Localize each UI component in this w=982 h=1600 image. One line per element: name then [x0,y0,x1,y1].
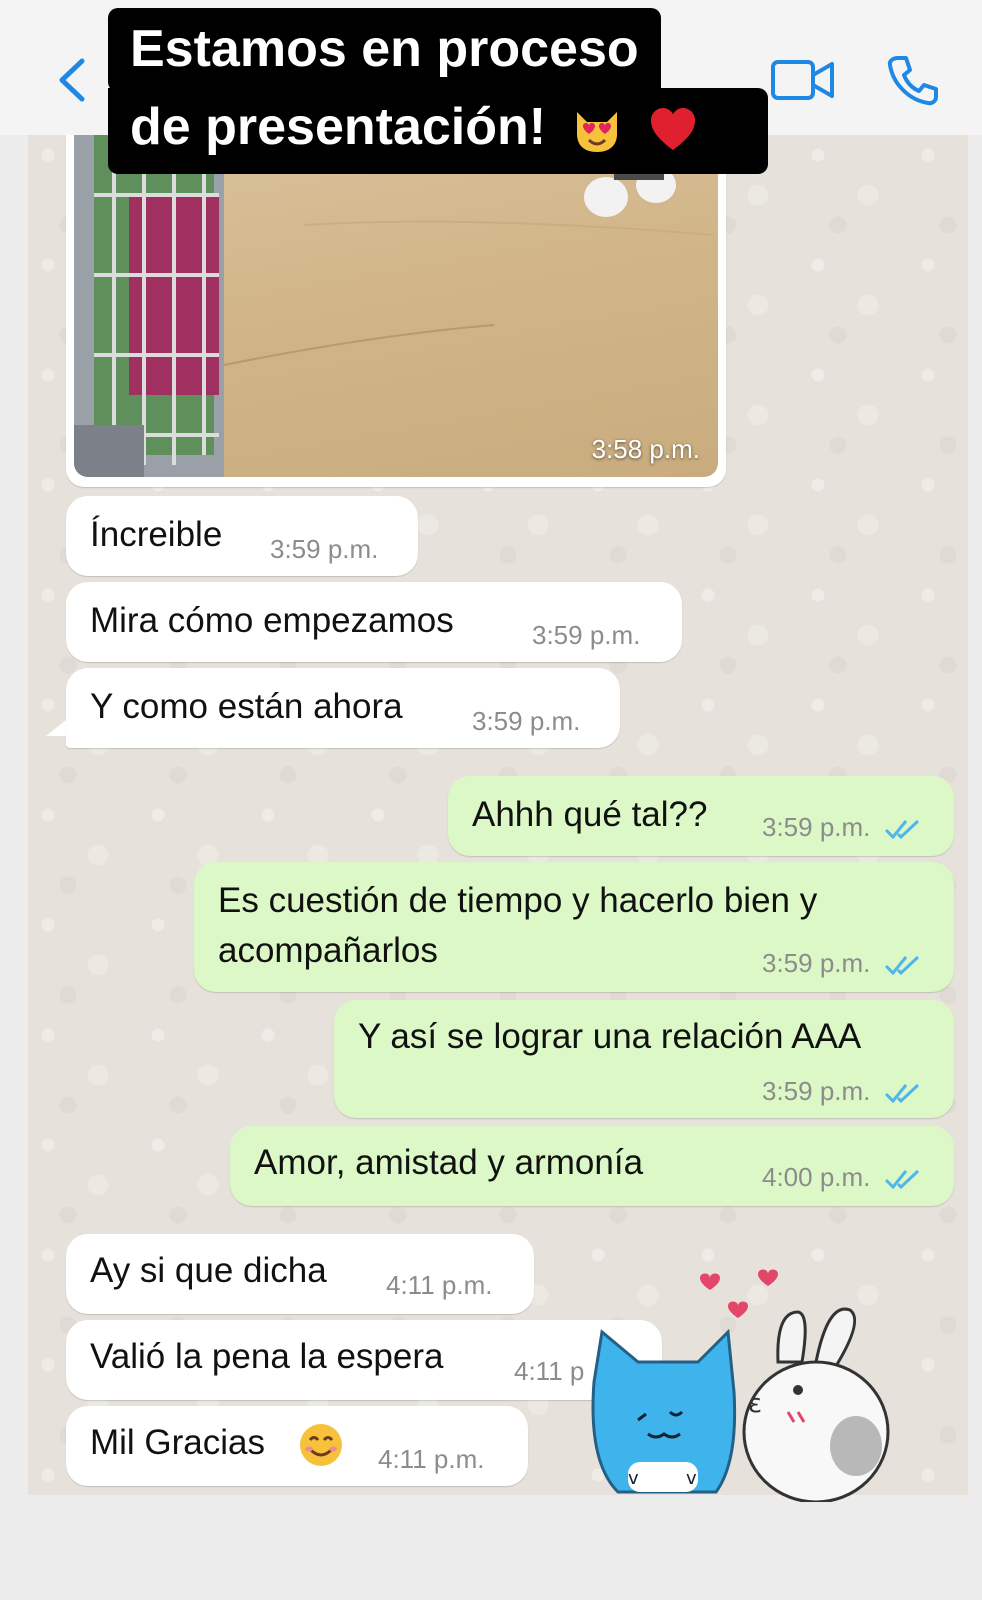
message-time: 3:59 p.m. [270,534,379,564]
message-time: 4:11 p.m. [386,1270,493,1300]
video-camera-icon[interactable] [770,56,836,104]
caption-line-2: de presentación! [108,88,768,174]
cat-carrier-photo[interactable]: 3:58 p.m. [74,135,718,477]
phone-icon[interactable] [884,52,940,108]
message-text: Ay si que dicha [90,1251,327,1290]
svg-text:v: v [686,1468,697,1489]
red-heart-emoji-icon [651,108,696,151]
photo-message[interactable]: 3:58 p.m. [66,135,726,487]
message-bubble-incoming[interactable]: Y como están ahora 3:59 p.m. [66,668,620,748]
message-meta: 4:00 p.m. [762,1162,924,1193]
message-time: 3:59 p.m. [762,1076,871,1106]
double-check-read-icon [884,820,919,840]
svg-text:ε: ε [748,1389,762,1419]
message-meta: 3:59 p.m. [762,812,924,843]
double-check-read-icon [884,1084,919,1104]
heart-eyes-cat-emoji-icon [576,112,617,153]
message-bubble-outgoing[interactable]: Es cuestión de tiempo y hacerlo bien y a… [194,862,954,992]
caption-line-1: Estamos en proceso [108,8,661,92]
message-bubble-incoming[interactable]: Mil Gracias 4:11 p.m. [66,1406,528,1486]
message-text: Mil Gracias [90,1423,266,1462]
message-text: Mira cómo empezamos [90,601,454,640]
svg-text:v: v [628,1468,639,1489]
double-check-read-icon [884,956,919,976]
message-meta: 3:59 p.m. [762,948,924,979]
double-check-read-icon [884,1170,919,1190]
message-bubble-incoming[interactable]: Ay si que dicha 4:11 p.m. [66,1234,534,1314]
message-text: Valió la pena la espera [90,1337,444,1376]
message-text: Ahhh qué tal?? [472,795,708,834]
message-bubble-outgoing[interactable]: Amor, amistad y armonía 4:00 p.m. [230,1126,954,1206]
bottom-area [0,1495,982,1600]
message-text: Y así se lograr una relación AAA [358,1017,862,1056]
message-time: 4:11 p [514,1356,585,1386]
message-text: Y como están ahora [90,687,403,726]
message-bubble-incoming[interactable]: Valió la pena la espera 4:11 p [66,1320,662,1400]
message-bubble-outgoing[interactable]: Y así se lograr una relación AAA 3:59 p.… [334,1000,954,1118]
message-time: 3:59 p.m. [762,812,871,842]
cat-and-bunny-sticker: ε v v [591,1269,890,1502]
message-time: 3:59 p.m. [472,706,581,736]
caption-line-2-text: de presentación! [130,98,547,156]
message-text: Íncreible [90,515,223,554]
message-bubble-outgoing[interactable]: Ahhh qué tal?? 3:59 p.m. [448,776,954,856]
message-time: 3:58 p.m. [591,434,700,464]
message-time: 4:00 p.m. [762,1162,871,1192]
smiling-face-emoji-icon [300,1424,342,1466]
message-text: Amor, amistad y armonía [254,1143,644,1182]
message-time: 3:59 p.m. [762,948,871,978]
message-meta: 3:59 p.m. [762,1076,924,1107]
message-bubble-incoming[interactable]: Mira cómo empezamos 3:59 p.m. [66,582,682,662]
message-time: 4:11 p.m. [378,1444,485,1474]
chevron-left-icon[interactable] [52,55,92,105]
photo-content [74,135,715,477]
story-caption: Estamos en proceso de presentación! [108,8,768,174]
message-bubble-incoming[interactable]: Íncreible 3:59 p.m. [66,496,418,576]
message-time: 3:59 p.m. [532,620,641,650]
